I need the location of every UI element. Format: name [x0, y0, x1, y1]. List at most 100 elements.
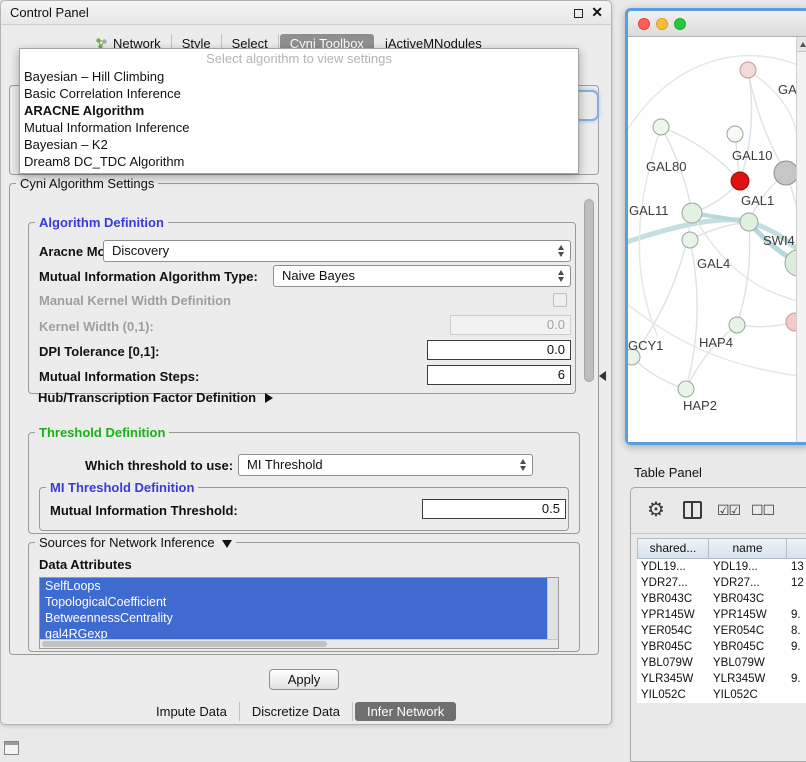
select-all-icon[interactable]: ☑☑	[717, 502, 740, 519]
sources-title-toggle[interactable]: Sources for Network Inference	[35, 535, 236, 550]
table-row[interactable]: YDR27...YDR27...12	[637, 575, 806, 591]
table-row[interactable]: YBL079WYBL079W	[637, 655, 806, 671]
deselect-all-icon[interactable]: ☐☐	[751, 502, 774, 519]
network-node[interactable]	[774, 161, 798, 185]
table-row[interactable]: YDL19...YDL19...13	[637, 559, 806, 575]
attribute-item[interactable]: TopologicalCoefficient	[40, 594, 558, 610]
algorithm-option[interactable]: Mutual Information Inference	[20, 119, 578, 136]
algorithm-dropdown: Select algorithm to view settings Bayesi…	[19, 48, 579, 174]
table-cell: 9.	[787, 639, 806, 655]
table-row[interactable]: YPR145WYPR145W9.	[637, 607, 806, 623]
list-vertical-scrollbar[interactable]	[547, 578, 558, 648]
table-cell: YIL052C	[637, 687, 709, 703]
threshold-definition-group: Threshold Definition Which threshold to …	[28, 432, 580, 534]
network-node[interactable]	[740, 62, 756, 78]
table-panel-label: Table Panel	[634, 465, 702, 480]
scroll-up-arrow-icon[interactable]	[797, 37, 806, 52]
table-row[interactable]: YER054CYER054C8.	[637, 623, 806, 639]
float-window-icon[interactable]	[574, 9, 583, 18]
network-node[interactable]	[727, 126, 743, 142]
column-header[interactable]	[787, 538, 806, 559]
kernel-width-input[interactable]: 0.0	[450, 315, 571, 335]
table-cell: YDL19...	[709, 559, 787, 575]
aracne-mode-select[interactable]: Discovery	[103, 240, 571, 262]
column-header[interactable]: shared...	[637, 538, 709, 559]
which-threshold-select[interactable]: MI Threshold	[238, 454, 533, 476]
algorithm-option[interactable]: Bayesian – K2	[20, 136, 578, 153]
table-cell: YBR043C	[709, 591, 787, 607]
table-row[interactable]: YIL052CYIL052C	[637, 687, 806, 703]
column-header[interactable]: name	[709, 538, 787, 559]
hub-definition-toggle[interactable]: Hub/Transcription Factor Definition	[38, 390, 273, 405]
bottom-tab-discretize-data[interactable]: Discretize Data	[240, 702, 353, 721]
table-row[interactable]: YBR043CYBR043C	[637, 591, 806, 607]
list-horizontal-scrollbar[interactable]	[40, 639, 558, 648]
manual-kernel-checkbox[interactable]	[553, 293, 567, 307]
table-cell: YDR27...	[709, 575, 787, 591]
apply-button[interactable]: Apply	[269, 669, 339, 690]
network-node[interactable]	[682, 203, 702, 223]
mi-type-label: Mutual Information Algorithm Type:	[39, 269, 258, 284]
node-label: HAP2	[683, 398, 717, 413]
network-edge[interactable]	[737, 222, 750, 325]
table-row[interactable]: YBR045CYBR045C9.	[637, 639, 806, 655]
window-title: Control Panel	[10, 5, 89, 20]
network-node[interactable]	[731, 172, 749, 190]
node-label: GAL4	[697, 256, 730, 271]
network-edge[interactable]	[632, 357, 686, 389]
panel-divider-grip-icon[interactable]	[599, 371, 606, 381]
network-edge[interactable]	[632, 213, 692, 357]
close-traffic-light-icon[interactable]	[638, 18, 650, 30]
dpi-tolerance-input[interactable]: 0.0	[427, 340, 571, 360]
network-edge[interactable]	[740, 70, 752, 181]
attribute-item[interactable]: SelfLoops	[40, 578, 558, 594]
network-edge[interactable]	[686, 240, 697, 389]
mi-steps-label: Mutual Information Steps:	[39, 369, 199, 384]
mi-threshold-input[interactable]: 0.5	[422, 499, 566, 519]
bottom-tab-infer-network[interactable]: Infer Network	[355, 702, 456, 721]
table-cell	[787, 591, 806, 607]
table-panel-window: ⚙ ☑☑ ☐☐ shared...name YDL19...YDL19...13…	[630, 487, 806, 762]
which-threshold-label: Which threshold to use:	[85, 458, 233, 473]
node-label: GAL80	[646, 159, 686, 174]
network-graph[interactable]: GAL8GAL80GAL10GAL11GAL1SWI4GAL4GCY1HAP4H…	[628, 37, 806, 442]
attribute-item[interactable]: BetweennessCentrality	[40, 610, 558, 626]
list-hscroll-thumb[interactable]	[42, 641, 327, 647]
network-node[interactable]	[729, 317, 745, 333]
network-canvas[interactable]: GAL8GAL80GAL10GAL11GAL1SWI4GAL4GCY1HAP4H…	[628, 37, 806, 442]
columns-icon[interactable]	[683, 501, 702, 519]
bottom-tab-impute-data[interactable]: Impute Data	[144, 702, 240, 721]
mi-threshold-group-title: MI Threshold Definition	[46, 480, 198, 495]
close-icon[interactable]: ✕	[591, 4, 603, 21]
algorithm-option[interactable]: Dream8 DC_TDC Algorithm	[20, 153, 578, 170]
zoom-traffic-light-icon[interactable]	[674, 18, 686, 30]
network-vertical-scrollbar[interactable]	[796, 37, 806, 442]
sources-title: Sources for Network Inference	[39, 535, 215, 550]
mi-steps-input[interactable]: 6	[427, 365, 571, 385]
settings-scrollbar[interactable]	[583, 194, 595, 644]
algorithm-definition-title: Algorithm Definition	[35, 215, 168, 230]
node-label: GAL10	[732, 148, 772, 163]
algorithm-option[interactable]: Bayesian – Hill Climbing	[20, 68, 578, 85]
data-attributes-label: Data Attributes	[39, 557, 132, 572]
network-node[interactable]	[740, 213, 758, 231]
mi-type-select[interactable]: Naive Bayes	[273, 265, 571, 287]
algorithm-option[interactable]: ARACNE Algorithm	[20, 102, 578, 119]
table-cell: YDL19...	[637, 559, 709, 575]
table-cell: YBL079W	[637, 655, 709, 671]
algorithm-option[interactable]: Basic Correlation Inference	[20, 85, 578, 102]
docked-panel-icon[interactable]	[4, 741, 19, 755]
settings-scroll-thumb[interactable]	[584, 199, 594, 382]
table-row[interactable]: YLR345WYLR345W9.	[637, 671, 806, 687]
control-panel-titlebar: Control Panel ✕	[1, 1, 611, 25]
gear-icon[interactable]: ⚙	[647, 497, 665, 522]
node-label: SWI4	[763, 233, 795, 248]
table-cell	[787, 687, 806, 703]
minimize-traffic-light-icon[interactable]	[656, 18, 668, 30]
network-node[interactable]	[682, 232, 698, 248]
network-node[interactable]	[653, 119, 669, 135]
network-node[interactable]	[678, 381, 694, 397]
sources-group: Sources for Network Inference Data Attri…	[28, 542, 580, 652]
node-table: shared...name YDL19...YDL19...13YDR27...…	[637, 538, 806, 703]
table-cell: 13	[787, 559, 806, 575]
